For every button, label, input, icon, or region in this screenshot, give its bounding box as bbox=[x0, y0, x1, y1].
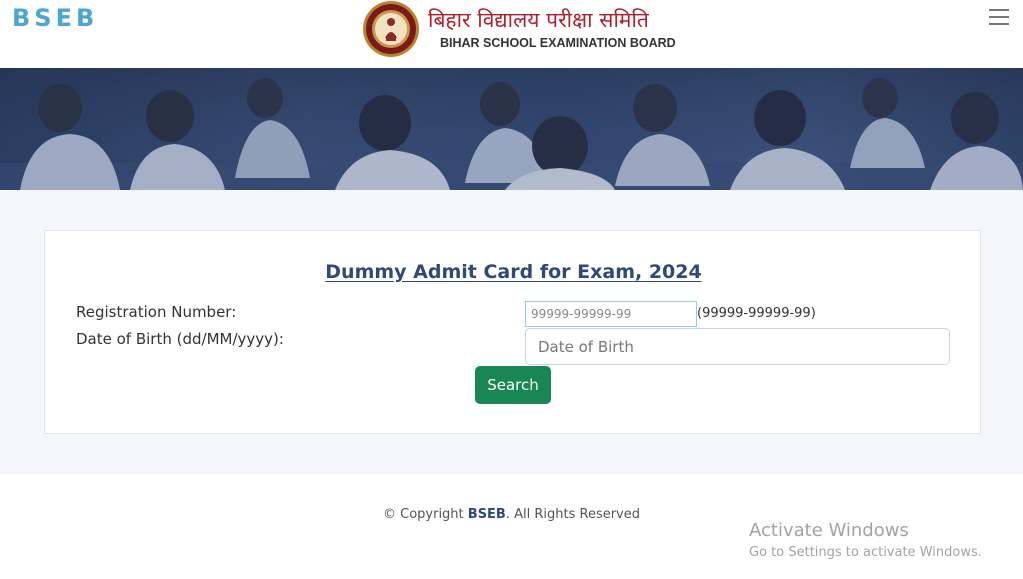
hamburger-menu-icon[interactable] bbox=[989, 9, 1009, 27]
board-name-english: BIHAR SCHOOL EXAMINATION BOARD bbox=[440, 36, 676, 50]
date-of-birth-input[interactable] bbox=[525, 328, 950, 365]
copyright-prefix: © Copyright bbox=[382, 507, 468, 522]
registration-format-hint: (99999-99999-99) bbox=[697, 306, 816, 321]
admit-card-form: Dummy Admit Card for Exam, 2024 Registra… bbox=[44, 230, 981, 434]
copyright-brand: BSEB bbox=[467, 507, 506, 522]
menu-line bbox=[989, 23, 1009, 25]
hero-banner-image bbox=[0, 68, 1023, 190]
search-button[interactable]: Search bbox=[475, 366, 551, 404]
main-section: Dummy Admit Card for Exam, 2024 Registra… bbox=[0, 190, 1023, 474]
brand-logo-text[interactable]: BSEB bbox=[12, 4, 98, 32]
registration-number-label: Registration Number: bbox=[76, 303, 237, 321]
activate-windows-watermark: Activate Windows Go to Settings to activ… bbox=[749, 520, 982, 560]
site-header: BSEB बिहार विद्यालय परीक्षा समिति BIHAR … bbox=[0, 0, 1023, 68]
menu-line bbox=[989, 16, 1009, 18]
registration-number-input[interactable] bbox=[525, 301, 697, 327]
board-seal-icon bbox=[363, 1, 419, 57]
students-exam-photo bbox=[0, 68, 1023, 190]
board-logo[interactable]: बिहार विद्यालय परीक्षा समिति BIHAR SCHOO… bbox=[360, 0, 676, 60]
page-title: Dummy Admit Card for Exam, 2024 bbox=[325, 261, 702, 283]
board-name-hindi: बिहार विद्यालय परीक्षा समिति bbox=[428, 8, 649, 32]
menu-line bbox=[989, 9, 1009, 11]
watermark-subtitle: Go to Settings to activate Windows. bbox=[749, 545, 982, 560]
copyright-suffix: . All Rights Reserved bbox=[505, 507, 641, 522]
watermark-title: Activate Windows bbox=[749, 520, 909, 541]
date-of-birth-label: Date of Birth (dd/MM/yyyy): bbox=[76, 330, 284, 348]
